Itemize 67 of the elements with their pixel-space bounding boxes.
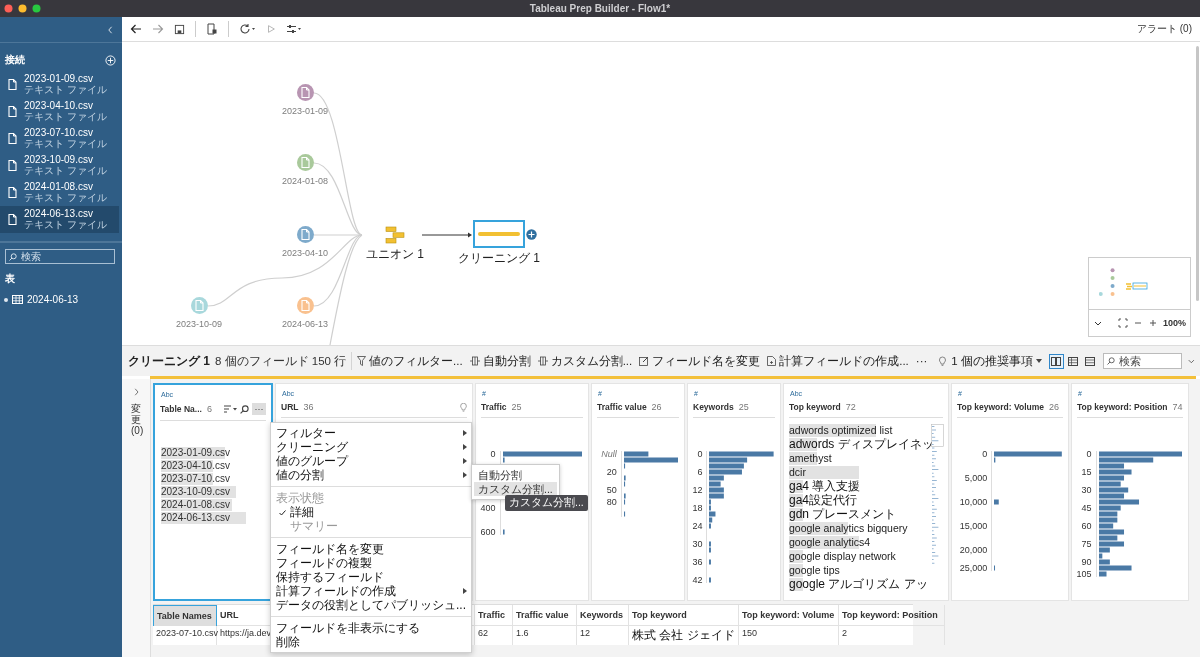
value-count: 26	[651, 402, 662, 412]
bin-label: 50	[606, 484, 617, 495]
table-cell: 62	[475, 626, 513, 645]
bin-label: 0	[982, 448, 988, 459]
value-count: 36	[303, 402, 314, 412]
bin-label: 20	[606, 466, 617, 477]
field-name: Traffic value	[597, 402, 647, 412]
bin-label: 0	[1086, 448, 1092, 459]
bin-label: Null	[601, 448, 617, 459]
bin-label: 18	[692, 502, 703, 513]
bin-label: 0	[697, 448, 703, 459]
bin-label: 45	[1081, 502, 1092, 513]
table-cell: 1.6	[513, 626, 577, 645]
zoom-level: 100%	[1162, 318, 1186, 328]
bin-label: 24	[692, 520, 703, 531]
bin-label: 15,000	[959, 520, 988, 531]
bin-label: 36	[692, 556, 703, 567]
field-name: Table Na...	[160, 404, 202, 414]
node-label: 2024-01-08	[281, 176, 328, 186]
value-count: 25	[738, 402, 749, 412]
field-name: Top keyword	[789, 402, 841, 412]
section-title: 接続	[5, 53, 25, 67]
value-count: 74	[1172, 402, 1183, 412]
field-name: URL	[281, 402, 299, 412]
node-label: ユニオン 1	[366, 246, 424, 263]
bin-label: 6	[697, 466, 703, 477]
tooltip: カスタム分割...	[505, 495, 588, 511]
bin-label: 25,000	[959, 562, 988, 573]
bin-label: 10,000	[959, 496, 988, 507]
step-name: クリーニング 1	[128, 352, 210, 370]
node-label: 2023-10-09	[175, 319, 222, 329]
table-cell: 12	[577, 626, 629, 645]
bin-label: 75	[1081, 538, 1092, 549]
field-name: Traffic	[481, 402, 507, 412]
table-cell: 2	[839, 626, 945, 645]
node-label: 2023-04-10	[281, 248, 328, 258]
bin-label: 80	[606, 496, 617, 507]
bin-label: 42	[692, 574, 703, 585]
node-label: 2023-01-09	[281, 106, 328, 116]
node-label: 2024-06-13	[281, 319, 328, 329]
bin-label: 400	[480, 502, 496, 513]
bin-label: 60	[1081, 520, 1092, 531]
bin-label: 90	[1081, 556, 1092, 567]
field-name: Keywords	[693, 402, 734, 412]
value-count: 26	[1049, 402, 1060, 412]
bin-label: 12	[692, 484, 703, 495]
field-name: Top keyword: Position	[1077, 402, 1168, 412]
node-label: クリーニング 1	[458, 250, 540, 267]
bin-label: 105	[1076, 568, 1092, 579]
bin-label: 20,000	[959, 544, 988, 555]
table-cell: 2023-07-10.csv	[153, 626, 217, 645]
bin-label: 15	[1081, 466, 1092, 477]
bin-label: 30	[1081, 484, 1092, 495]
value-count: 6	[206, 404, 212, 414]
table-cell: 150	[739, 626, 839, 645]
field-name: Top keyword: Volume	[957, 402, 1045, 412]
value-count: 72	[845, 402, 856, 412]
menu-header: 表示状態	[275, 491, 325, 505]
bin-label: 0	[490, 448, 496, 459]
window-title: Tableau Prep Builder - Flow1*	[529, 3, 671, 14]
table-cell: 株式 会社 ジェイド	[629, 626, 739, 645]
value-count: 25	[511, 402, 522, 412]
bin-label: 5,000	[964, 472, 988, 483]
bin-label: 30	[692, 538, 703, 549]
bin-label: 600	[480, 526, 496, 537]
field-summary: 8 個のフィールド 150 行	[215, 353, 347, 369]
section-title: 表	[4, 272, 16, 286]
